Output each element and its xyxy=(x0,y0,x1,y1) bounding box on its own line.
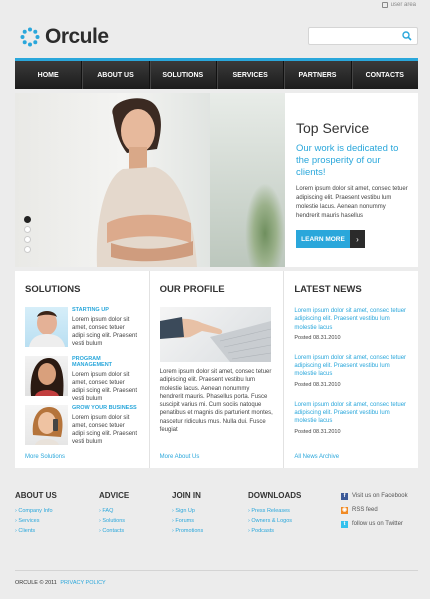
news-column: LATEST NEWS Lorem ipsum dolor sit amet, … xyxy=(284,271,419,468)
solution-text: Lorem ipsum dolor sit amet, consec tetue… xyxy=(72,415,138,445)
twitter-icon: t xyxy=(341,520,348,528)
user-area-link[interactable]: user area xyxy=(381,2,416,8)
footer-link[interactable]: › Press Releases xyxy=(248,506,301,516)
news-item: Lorem ipsum dolor sit amet, consec tetue… xyxy=(294,307,408,341)
solution-title[interactable]: PROGRAM MANAGEMENT xyxy=(72,356,139,368)
man-photo xyxy=(25,307,68,347)
footer-link[interactable]: › Services xyxy=(15,516,57,526)
footer-link[interactable]: › Sign Up xyxy=(172,506,203,516)
footer-link[interactable]: › Solutions xyxy=(99,516,129,526)
solutions-heading: SOLUTIONS xyxy=(25,284,81,295)
news-date: Posted 08.31.2010 xyxy=(294,334,341,341)
facebook-icon: f xyxy=(341,492,348,500)
solution-text: Lorem ipsum dolor sit amet, consec tetue… xyxy=(72,372,138,402)
copyright-text: ORCULE © 2011 xyxy=(15,580,57,586)
footer-link[interactable]: › Forums xyxy=(172,516,203,526)
solution-title[interactable]: GROW YOUR BUSINESS xyxy=(72,405,139,411)
nav-about-us[interactable]: ABOUT US xyxy=(82,61,150,89)
footer-link[interactable]: › Promotions xyxy=(172,526,203,536)
news-link[interactable]: Lorem ipsum dolor sit amet, consec tetue… xyxy=(294,308,406,331)
search-box xyxy=(308,27,418,45)
footer-link[interactable]: › FAQ xyxy=(99,506,129,516)
search-input[interactable] xyxy=(309,28,399,44)
solution-item: GROW YOUR BUSINESS Lorem ipsum dolor sit… xyxy=(25,405,139,445)
lock-icon xyxy=(381,2,388,8)
news-item: Lorem ipsum dolor sit amet, consec tetue… xyxy=(294,401,408,435)
profile-column: OUR PROFILE Lorem ipsum dolor sit amet, … xyxy=(149,271,284,468)
footer-heading: JOIN IN xyxy=(172,491,201,500)
footer-downloads: DOWNLOADS › Press Releases › Owners & Lo… xyxy=(248,491,301,536)
footer-heading: ABOUT US xyxy=(15,491,57,500)
logo-dots-icon xyxy=(20,27,40,47)
hero-banner: Top Service Our work is dedicated to the… xyxy=(15,93,418,267)
nav-services[interactable]: SERVICES xyxy=(217,61,285,89)
footer-about: ABOUT US › Company Info › Services › Cli… xyxy=(15,491,57,536)
arrow-right-icon: › xyxy=(350,230,365,248)
footer-link[interactable]: › Company Info xyxy=(15,506,57,516)
footer-link[interactable]: › Podcasts xyxy=(248,526,301,536)
solution-item: STARTING UP Lorem ipsum dolor sit amet, … xyxy=(25,307,139,347)
footer-divider xyxy=(15,570,418,571)
facebook-link[interactable]: f Visit us on Facebook xyxy=(341,491,408,501)
slider-dots xyxy=(24,216,31,253)
hero-image xyxy=(15,93,285,267)
rss-link[interactable]: ◉ RSS feed xyxy=(341,505,408,515)
logo-text: Orcule xyxy=(45,25,109,48)
more-about-link[interactable]: More About Us xyxy=(160,454,200,460)
footer-link[interactable]: › Owners & Logos xyxy=(248,516,301,526)
footer-join: JOIN IN › Sign Up › Forums › Promotions xyxy=(172,491,203,536)
profile-text: Lorem ipsum dolor sit amet, consec tetue… xyxy=(159,369,273,434)
more-solutions-link[interactable]: More Solutions xyxy=(25,454,65,460)
news-archive-link[interactable]: All News Archive xyxy=(294,454,339,460)
content-columns: SOLUTIONS STARTING UP Lorem ipsum dolor … xyxy=(15,271,419,468)
profile-heading: OUR PROFILE xyxy=(159,284,225,295)
user-area-label: user area xyxy=(390,2,416,8)
footer-link[interactable]: › Clients xyxy=(15,526,57,536)
profile-image xyxy=(159,307,271,362)
learn-more-button[interactable]: LEARN MORE › xyxy=(296,230,365,248)
news-link[interactable]: Lorem ipsum dolor sit amet, consec tetue… xyxy=(294,355,406,378)
rss-icon: ◉ xyxy=(341,506,348,514)
learn-more-label: LEARN MORE xyxy=(296,230,350,248)
slider-dot[interactable] xyxy=(24,236,31,243)
nav-solutions[interactable]: SOLUTIONS xyxy=(150,61,217,89)
privacy-policy-link[interactable]: PRIVACY POLICY xyxy=(60,580,105,586)
news-item: Lorem ipsum dolor sit amet, consec tetue… xyxy=(294,354,408,388)
nav-contacts[interactable]: CONTACTS xyxy=(352,61,418,89)
main-nav: HOME ABOUT US SOLUTIONS SERVICES PARTNER… xyxy=(15,58,418,89)
hero-title: Top Service xyxy=(296,120,370,136)
social-links: f Visit us on Facebook ◉ RSS feed t foll… xyxy=(341,491,408,533)
search-icon[interactable] xyxy=(402,31,412,41)
solution-item: PROGRAM MANAGEMENT Lorem ipsum dolor sit… xyxy=(25,356,139,402)
footer-heading: ADVICE xyxy=(99,491,130,500)
woman-photo xyxy=(25,356,68,396)
copyright: ORCULE © 2011 PRIVACY POLICY xyxy=(15,580,106,586)
slider-dot[interactable] xyxy=(24,216,31,223)
nav-partners[interactable]: PARTNERS xyxy=(284,61,352,89)
hero-body: Lorem ipsum dolor sit amet, consec tetue… xyxy=(296,186,408,219)
solutions-column: SOLUTIONS STARTING UP Lorem ipsum dolor … xyxy=(15,271,149,468)
logo[interactable]: Orcule xyxy=(20,25,109,49)
news-date: Posted 08.31.2010 xyxy=(294,428,341,435)
hero-subtitle: Our work is dedicated to the prosperity … xyxy=(296,143,399,178)
footer-heading: DOWNLOADS xyxy=(248,491,302,500)
solution-text: Lorem ipsum dolor sit amet, consec tetue… xyxy=(72,317,138,347)
woman-phone-photo xyxy=(25,405,68,445)
news-link[interactable]: Lorem ipsum dolor sit amet, consec tetue… xyxy=(294,402,406,425)
slider-dot[interactable] xyxy=(24,246,31,253)
solution-title[interactable]: STARTING UP xyxy=(72,307,139,313)
nav-home[interactable]: HOME xyxy=(15,61,83,89)
news-heading: LATEST NEWS xyxy=(294,284,362,295)
footer-advice: ADVICE › FAQ › Solutions › Contacts xyxy=(99,491,129,536)
slider-dot[interactable] xyxy=(24,226,31,233)
footer-link[interactable]: › Contacts xyxy=(99,526,129,536)
news-date: Posted 08.31.2010 xyxy=(294,381,341,388)
twitter-link[interactable]: t follow us on Twitter xyxy=(341,519,408,529)
